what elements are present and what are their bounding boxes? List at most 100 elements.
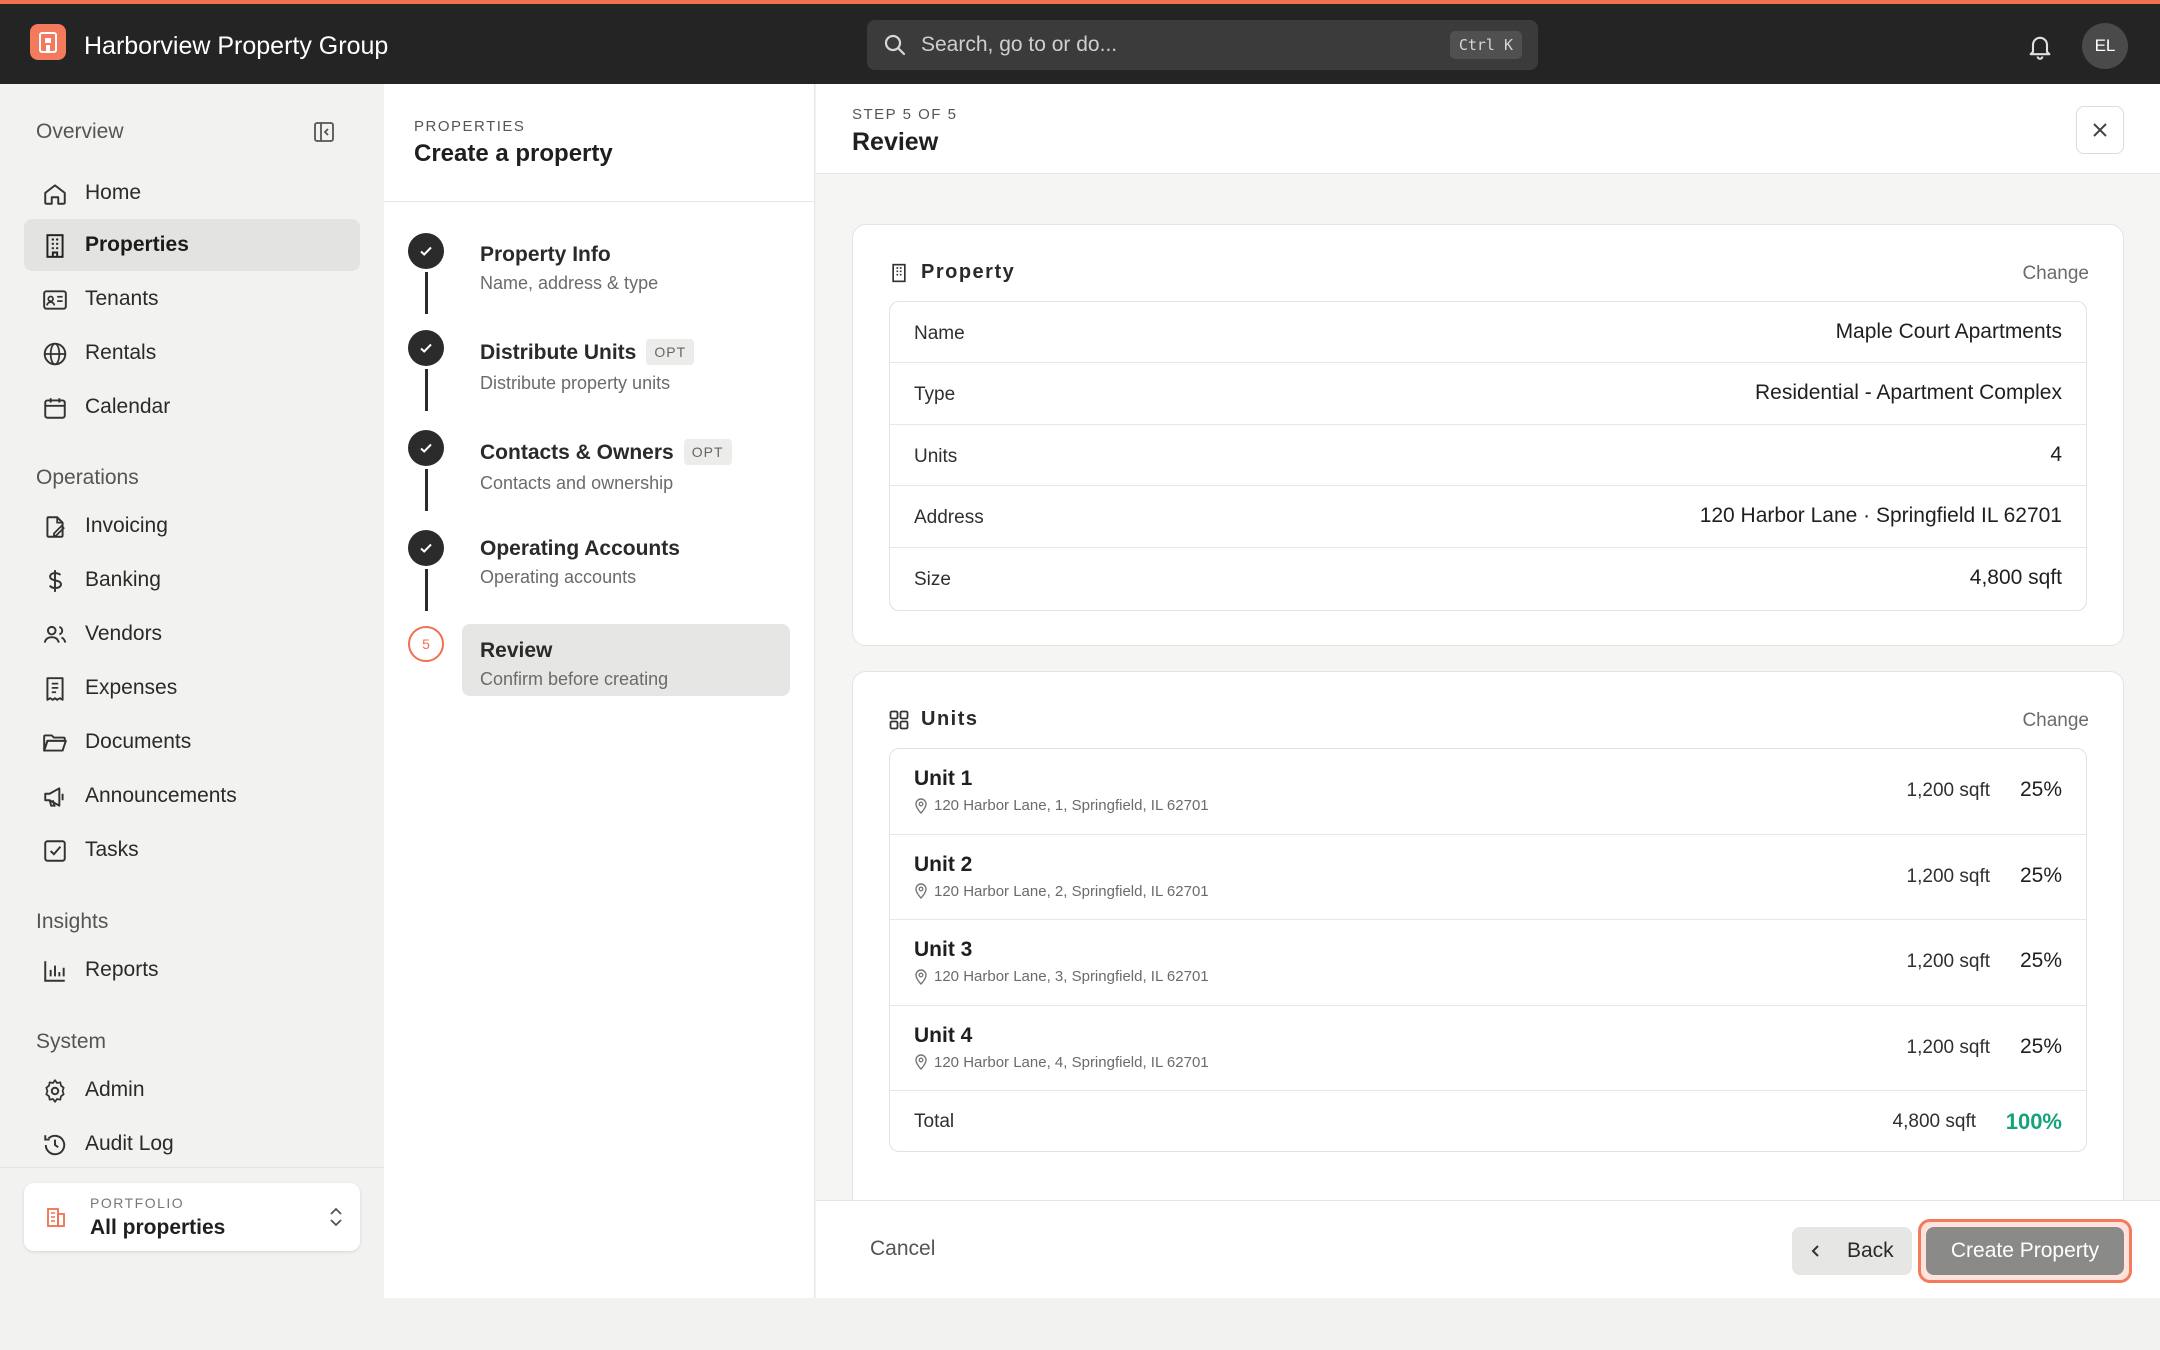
sidebar-item-audit-log[interactable]: Audit Log xyxy=(24,1118,360,1170)
step-distribute-units[interactable]: Distribute Units OPT Distribute property … xyxy=(462,325,790,397)
gear-icon xyxy=(42,1078,68,1104)
sidebar-item-announcements[interactable]: Announcements xyxy=(24,770,360,822)
unit-row: Unit 2 120 Harbor Lane, 2, Springfield, … xyxy=(890,835,2086,920)
detail-row-type: Type Residential - Apartment Complex xyxy=(890,363,2086,425)
folder-icon xyxy=(42,730,68,756)
grid-icon xyxy=(889,710,909,730)
app-logo-icon[interactable] xyxy=(30,24,66,60)
units-card-title: Units xyxy=(921,708,979,730)
user-avatar[interactable]: EL xyxy=(2082,23,2128,69)
sidebar-item-documents[interactable]: Documents xyxy=(24,716,360,768)
id-card-icon xyxy=(42,287,68,313)
building-icon xyxy=(42,233,68,259)
sidebar-heading-overview: Overview xyxy=(36,120,124,143)
receipt-icon xyxy=(42,676,68,702)
search-shortcut-badge: Ctrl K xyxy=(1449,31,1522,59)
portfolio-building-icon xyxy=(44,1205,68,1229)
sidebar-item-tenants[interactable]: Tenants xyxy=(24,273,360,325)
units-table: Unit 1 120 Harbor Lane, 1, Springfield, … xyxy=(889,748,2087,1152)
app-title: Harborview Property Group xyxy=(84,32,389,60)
history-icon xyxy=(42,1132,68,1158)
step-contacts-owners[interactable]: Contacts & Owners OPT Contacts and owners… xyxy=(462,425,790,497)
portfolio-label: PORTFOLIO xyxy=(90,1195,185,1211)
step-review[interactable]: Review Confirm before creating xyxy=(462,624,790,696)
top-bar: Harborview Property Group Search, go to … xyxy=(0,0,2160,84)
notifications-bell-icon[interactable] xyxy=(2026,32,2054,60)
page-title: Review xyxy=(852,128,939,156)
search-placeholder: Search, go to or do... xyxy=(921,33,1118,56)
property-details-table: Name Maple Court Apartments Type Residen… xyxy=(889,301,2087,611)
sidebar-collapse-icon[interactable] xyxy=(312,120,336,144)
step-complete-check-icon xyxy=(408,530,444,566)
unit-row: Unit 4 120 Harbor Lane, 4, Springfield, … xyxy=(890,1006,2086,1091)
sidebar-heading-operations: Operations xyxy=(36,466,139,489)
create-property-button[interactable]: Create Property xyxy=(1926,1227,2124,1275)
property-card-title: Property xyxy=(921,261,1016,283)
sidebar-heading-system: System xyxy=(36,1030,107,1053)
property-change-link[interactable]: Change xyxy=(2022,263,2089,285)
calendar-icon xyxy=(42,395,68,421)
location-pin-icon xyxy=(914,883,928,899)
sidebar-item-calendar[interactable]: Calendar xyxy=(24,381,360,433)
units-change-link[interactable]: Change xyxy=(2022,710,2089,732)
step-complete-check-icon xyxy=(408,330,444,366)
stepper-title: Create a property xyxy=(414,140,613,167)
invoice-icon xyxy=(42,514,68,540)
step-connector xyxy=(425,272,428,314)
step-complete-check-icon xyxy=(408,430,444,466)
search-input[interactable]: Search, go to or do... Ctrl K xyxy=(867,20,1538,70)
units-total-row: Total 4,800 sqft 100% xyxy=(914,1109,2062,1134)
globe-icon xyxy=(42,341,68,367)
sidebar: Overview Home Properties Tenants Rentals… xyxy=(0,84,384,1298)
step-complete-check-icon xyxy=(408,233,444,269)
step-connector xyxy=(425,469,428,511)
step-property-info[interactable]: Property Info Name, address & type xyxy=(462,228,790,300)
close-icon xyxy=(2091,121,2109,139)
location-pin-icon xyxy=(914,968,928,985)
building-icon xyxy=(889,262,909,284)
home-icon xyxy=(42,181,68,207)
optional-badge: OPT xyxy=(646,339,695,365)
stepper-divider xyxy=(384,201,814,202)
dollar-icon xyxy=(42,568,68,594)
sidebar-item-invoicing[interactable]: Invoicing xyxy=(24,500,360,552)
close-button[interactable] xyxy=(2076,106,2124,154)
wizard-stepper: PROPERTIES Create a property Property In… xyxy=(384,84,815,1298)
step-operating-accounts[interactable]: Operating Accounts Operating accounts xyxy=(462,522,790,594)
back-button[interactable]: Back xyxy=(1792,1227,1912,1275)
create-property-focus-ring: Create Property xyxy=(1918,1219,2132,1283)
review-panel: STEP 5 OF 5 Review Property Change Name … xyxy=(816,84,2160,1298)
megaphone-icon xyxy=(42,784,68,810)
optional-badge: OPT xyxy=(683,439,732,465)
users-icon xyxy=(42,622,68,648)
sidebar-item-home[interactable]: Home xyxy=(24,167,360,219)
sidebar-item-rentals[interactable]: Rentals xyxy=(24,327,360,379)
stepper-eyebrow: PROPERTIES xyxy=(414,118,526,135)
portfolio-switcher[interactable]: PORTFOLIO All properties xyxy=(24,1183,360,1251)
location-pin-icon xyxy=(914,797,928,814)
unit-row: Unit 3 120 Harbor Lane, 3, Springfield, … xyxy=(890,920,2086,1006)
cancel-button[interactable]: Cancel xyxy=(870,1237,935,1261)
units-summary-card: Units Change Unit 1 120 Harbor Lane, 1, … xyxy=(852,671,2124,1273)
detail-row-address: Address 120 Harbor Lane · Springfield IL… xyxy=(890,486,2086,548)
detail-row-units: Units 4 xyxy=(890,425,2086,487)
bar-chart-icon xyxy=(42,958,68,984)
sidebar-item-reports[interactable]: Reports xyxy=(24,944,360,996)
unit-row: Unit 1 120 Harbor Lane, 1, Springfield, … xyxy=(890,749,2086,835)
search-icon xyxy=(883,33,907,57)
sidebar-divider xyxy=(0,1167,384,1168)
chevron-up-down-icon xyxy=(326,1205,346,1229)
sidebar-item-expenses[interactable]: Expenses xyxy=(24,662,360,714)
sidebar-item-admin[interactable]: Admin xyxy=(24,1064,360,1116)
detail-row-name: Name Maple Court Apartments xyxy=(890,302,2086,364)
property-summary-card: Property Change Name Maple Court Apartme… xyxy=(852,224,2124,646)
sidebar-heading-insights: Insights xyxy=(36,910,109,933)
checkbox-icon xyxy=(42,838,68,864)
step-indicator: STEP 5 OF 5 xyxy=(852,106,958,123)
sidebar-item-banking[interactable]: Banking xyxy=(24,554,360,606)
location-pin-icon xyxy=(914,1054,928,1070)
step-current-number: 5 xyxy=(408,626,444,662)
sidebar-item-properties[interactable]: Properties xyxy=(24,219,360,271)
sidebar-item-vendors[interactable]: Vendors xyxy=(24,608,360,660)
sidebar-item-tasks[interactable]: Tasks xyxy=(24,824,360,876)
